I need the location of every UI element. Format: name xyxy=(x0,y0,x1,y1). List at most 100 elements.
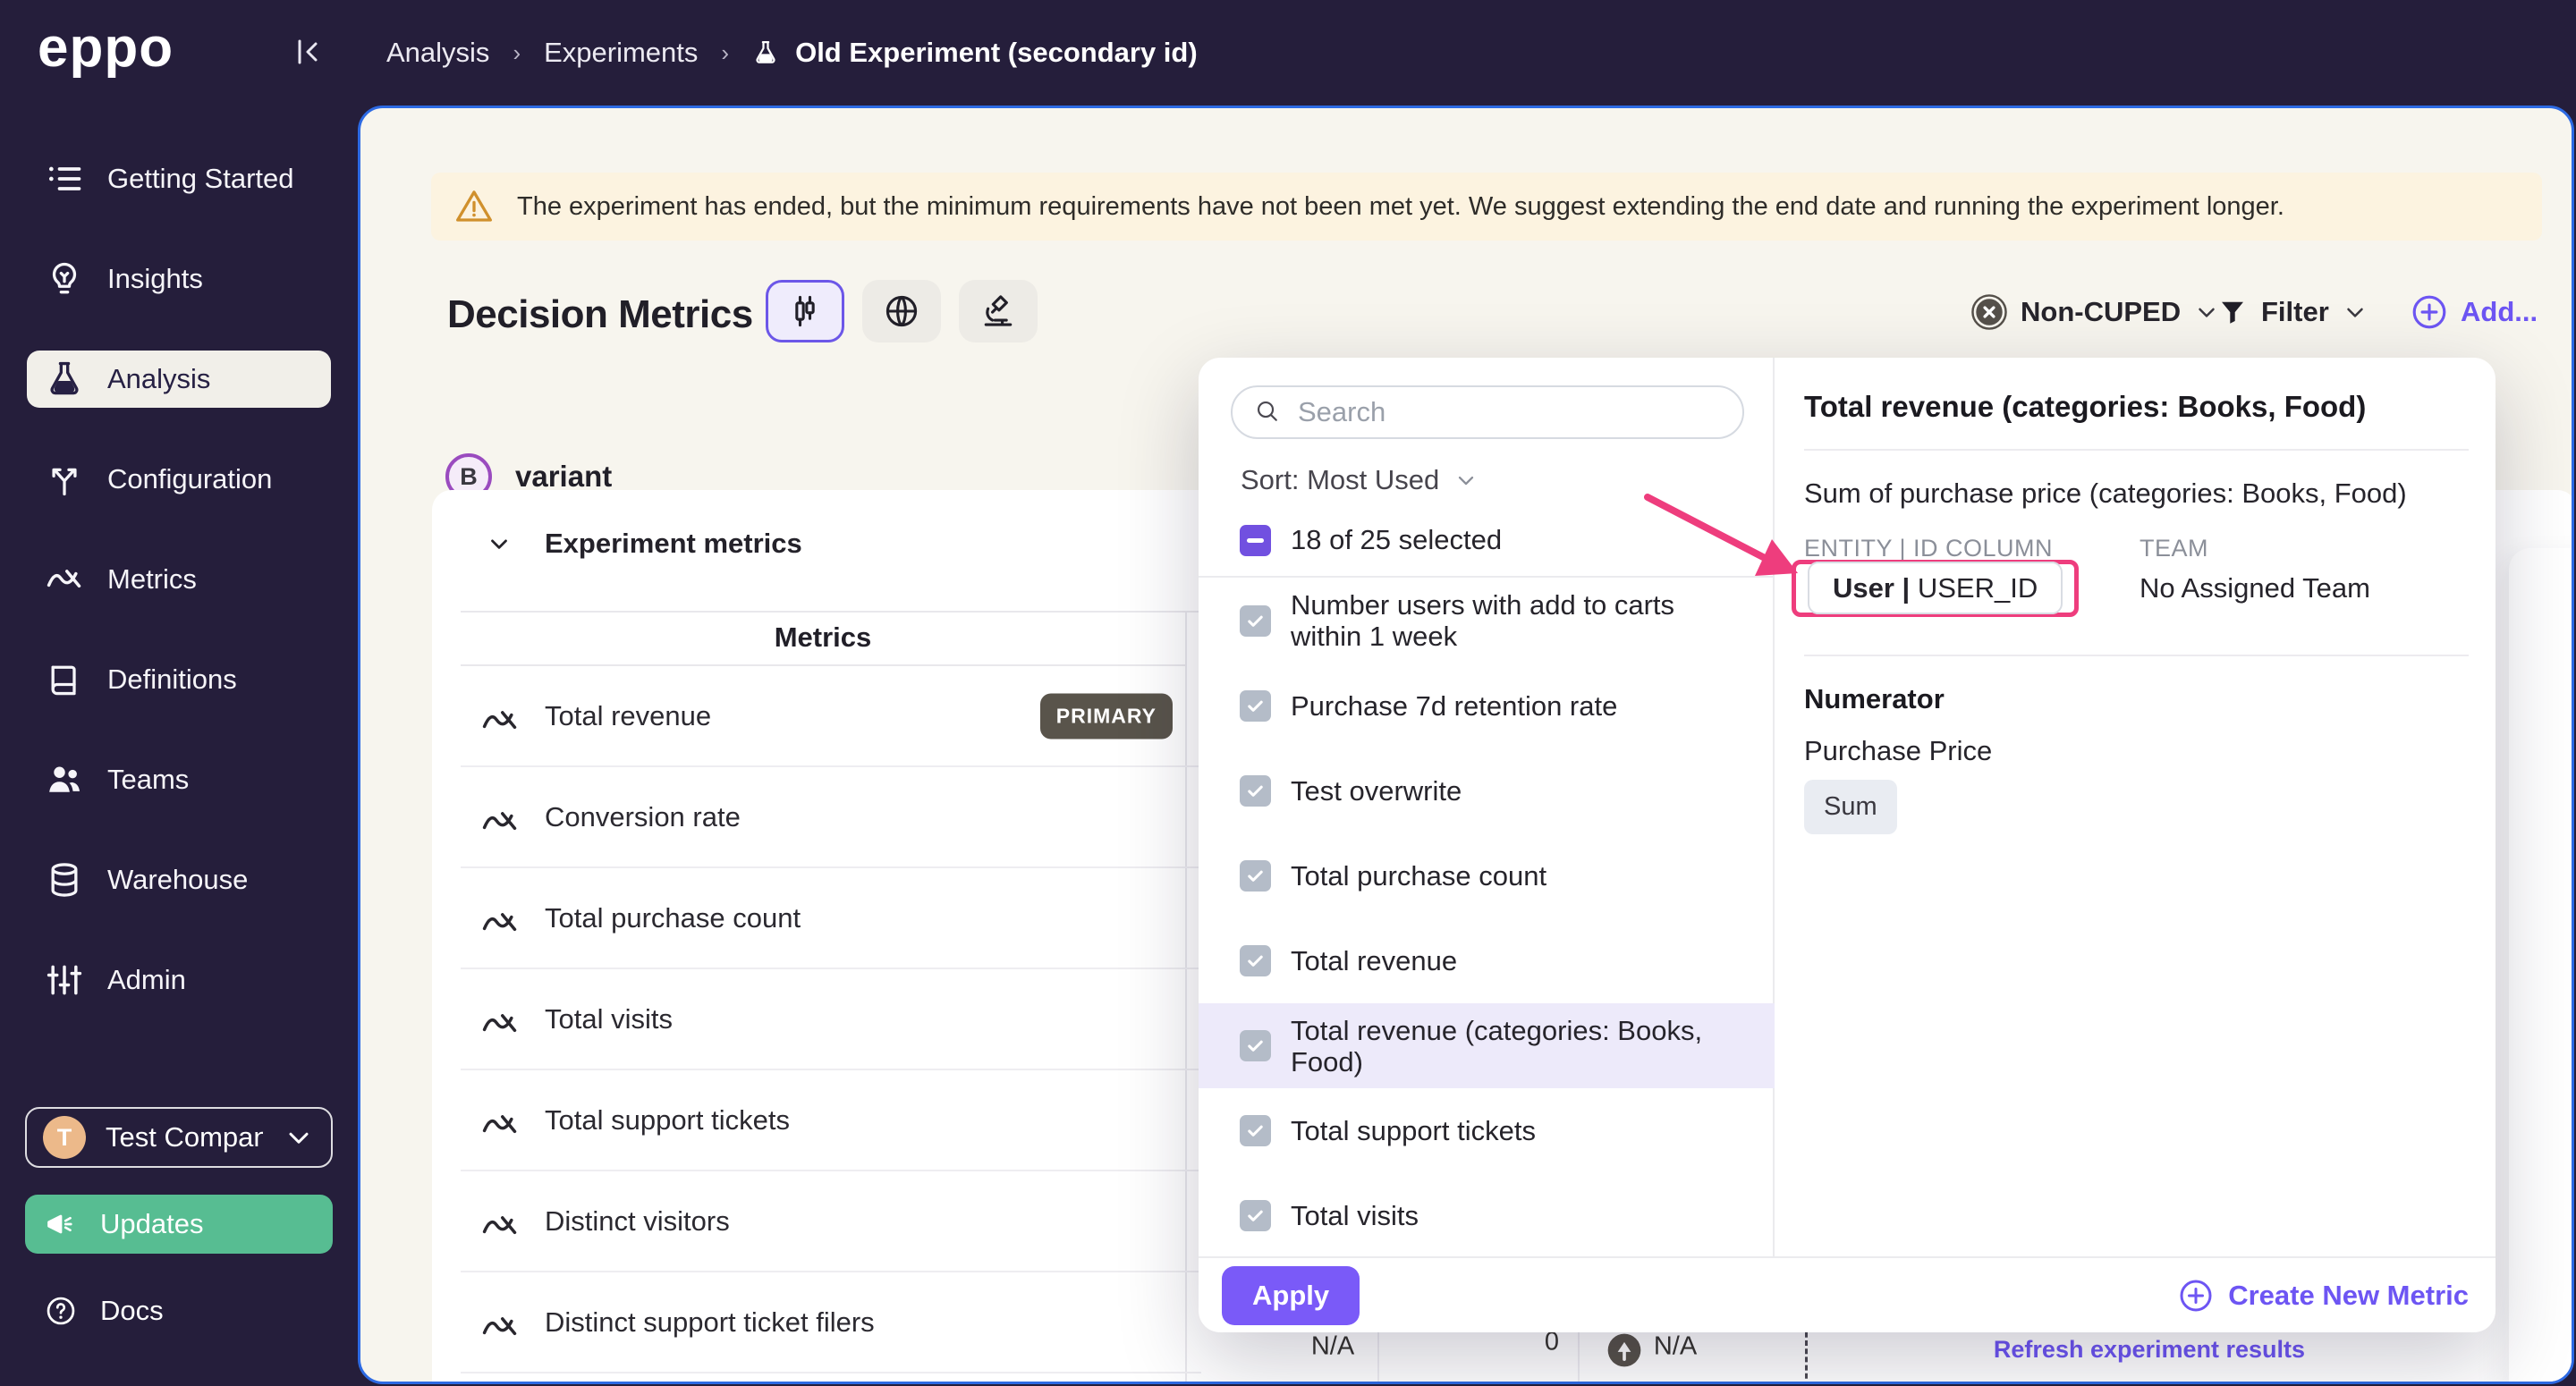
breadcrumb: Analysis › Experiments › Old Experiment … xyxy=(386,0,1198,106)
circle-plus-icon xyxy=(2178,1278,2214,1314)
company-switcher[interactable]: T Test Compan... xyxy=(25,1107,333,1168)
checked-checkbox[interactable] xyxy=(1240,1200,1271,1231)
chevron-down-icon xyxy=(283,1121,315,1154)
list-item[interactable]: Total visits xyxy=(1199,1173,1775,1257)
sidebar-item-updates[interactable]: Updates xyxy=(25,1195,333,1254)
metric-option-label: Number users with add to carts within 1 … xyxy=(1291,589,1729,652)
list-item[interactable]: Total purchase count xyxy=(1199,833,1775,918)
divider xyxy=(1804,449,2469,451)
create-new-metric-button[interactable]: Create New Metric xyxy=(2178,1278,2469,1314)
checked-checkbox[interactable] xyxy=(1240,945,1271,976)
select-all-row[interactable]: 18 of 25 selected xyxy=(1240,524,1502,556)
cuped-selector[interactable]: Non-CUPED xyxy=(1970,291,2220,334)
warning-banner: The experiment has ended, but the minimu… xyxy=(431,173,2542,241)
metric-option-label: Total revenue (categories: Books, Food) xyxy=(1291,1015,1729,1078)
table-row-total-visits[interactable]: Total visits xyxy=(461,969,1201,1070)
search-input[interactable] xyxy=(1298,396,1721,428)
sidebar-item-definitions[interactable]: Definitions xyxy=(27,651,331,708)
chevron-right-icon: › xyxy=(513,39,521,67)
database-icon xyxy=(45,860,84,900)
collapse-sidebar-icon[interactable] xyxy=(292,36,324,68)
sidebar: Getting Started Insights Analysis Config… xyxy=(0,106,358,1386)
filter-label: Filter xyxy=(2261,296,2329,328)
flask-icon xyxy=(45,359,84,399)
sort-selector[interactable]: Sort: Most Used xyxy=(1241,464,1479,496)
chevron-right-icon: › xyxy=(721,39,729,67)
sidebar-item-configuration[interactable]: Configuration xyxy=(27,451,331,508)
metric-name: Conversion rate xyxy=(545,801,741,833)
sidebar-item-metrics[interactable]: Metrics xyxy=(27,551,331,608)
globe-view-button[interactable] xyxy=(862,280,941,342)
table-row-total-support-tickets[interactable]: Total support tickets xyxy=(461,1070,1201,1171)
sidebar-item-teams[interactable]: Teams xyxy=(27,751,331,808)
divider xyxy=(1804,655,2469,656)
section-title: Experiment metrics xyxy=(545,528,802,560)
sidebar-item-insights[interactable]: Insights xyxy=(27,250,331,308)
metric-name: Total visits xyxy=(545,1003,673,1035)
table-row-conversion-rate[interactable]: Conversion rate xyxy=(461,767,1201,868)
table-row-distinct-support-ticket-filers[interactable]: Distinct support ticket filers xyxy=(461,1272,1201,1373)
list-item[interactable]: Number users with add to carts within 1 … xyxy=(1199,578,1775,663)
metric-name: Total support tickets xyxy=(545,1104,790,1137)
metric-detail-title: Total revenue (categories: Books, Food) xyxy=(1804,390,2366,424)
metric-option-label: Purchase 7d retention rate xyxy=(1291,690,1617,722)
metric-option-label: Total revenue xyxy=(1291,945,1457,976)
table-row-total-revenue[interactable]: Total revenue PRIMARY xyxy=(461,666,1201,767)
sidebar-item-getting-started[interactable]: Getting Started xyxy=(27,150,331,207)
metric-name: Total purchase count xyxy=(545,902,801,934)
table-row-total-purchase-count[interactable]: Total purchase count xyxy=(461,868,1201,969)
checked-checkbox[interactable] xyxy=(1240,605,1271,637)
warning-triangle-icon xyxy=(454,187,494,226)
metric-list-pane: Sort: Most Used 18 of 25 selected Number… xyxy=(1199,358,1775,1256)
entity-id-column-label: ENTITY | ID COLUMN xyxy=(1804,535,2053,562)
sidebar-item-docs[interactable]: Docs xyxy=(25,1284,333,1338)
entity-id-column: USER_ID xyxy=(1918,572,2038,604)
warning-banner-text: The experiment has ended, but the minimu… xyxy=(517,192,2284,222)
entity-id-chip: User | USER_ID xyxy=(1808,562,2063,614)
metric-name: Distinct visitors xyxy=(545,1205,730,1238)
metric-options-list: Number users with add to carts within 1 … xyxy=(1199,578,1775,1257)
company-avatar: T xyxy=(43,1116,86,1159)
refresh-experiment-results-link[interactable]: Refresh experiment results xyxy=(1881,1336,2418,1364)
sidebar-item-warehouse[interactable]: Warehouse xyxy=(27,851,331,909)
book-icon xyxy=(45,660,84,699)
breadcrumb-analysis[interactable]: Analysis xyxy=(386,37,489,69)
sidebar-item-label: Insights xyxy=(107,263,203,295)
list-item-selected[interactable]: Total revenue (categories: Books, Food) xyxy=(1199,1003,1775,1088)
apply-button[interactable]: Apply xyxy=(1222,1266,1360,1325)
top-bar: eppo Analysis › Experiments › Old Experi… xyxy=(0,0,2576,106)
page-breadcrumb-title: Old Experiment (secondary id) xyxy=(795,37,1198,69)
metric-name: Distinct support ticket filers xyxy=(545,1306,875,1339)
chevron-down-icon xyxy=(2342,299,2368,325)
table-row-distinct-visitors[interactable]: Distinct visitors xyxy=(461,1171,1201,1272)
checked-checkbox[interactable] xyxy=(1240,775,1271,807)
candlestick-view-button[interactable] xyxy=(766,280,844,342)
filter-selector[interactable]: Filter xyxy=(2216,291,2368,334)
sidebar-item-admin[interactable]: Admin xyxy=(27,951,331,1009)
list-item[interactable]: Total support tickets xyxy=(1199,1088,1775,1173)
lift-indicator-icon xyxy=(1605,1331,1644,1370)
flask-icon xyxy=(752,38,779,68)
checked-checkbox[interactable] xyxy=(1240,860,1271,892)
list-item[interactable]: Total revenue xyxy=(1199,918,1775,1003)
eppo-logo[interactable]: eppo xyxy=(38,16,174,80)
metric-picker-popover: Sort: Most Used 18 of 25 selected Number… xyxy=(1199,358,2496,1332)
experiment-metrics-section-header[interactable]: Experiment metrics xyxy=(486,528,802,560)
search-box[interactable] xyxy=(1231,385,1744,439)
list-item[interactable]: Test overwrite xyxy=(1199,748,1775,833)
list-item[interactable]: Purchase 7d retention rate xyxy=(1199,663,1775,748)
sidebar-item-label: Admin xyxy=(107,964,186,996)
list-icon xyxy=(45,159,84,199)
add-metric-button[interactable]: Add... xyxy=(2411,291,2538,334)
checked-checkbox[interactable] xyxy=(1240,690,1271,722)
checked-checkbox[interactable] xyxy=(1240,1115,1271,1146)
sidebar-item-label: Warehouse xyxy=(107,864,248,896)
checked-checkbox[interactable] xyxy=(1240,1030,1271,1061)
popover-footer: Apply Create New Metric xyxy=(1199,1256,2496,1332)
sidebar-item-analysis[interactable]: Analysis xyxy=(27,351,331,408)
breadcrumb-experiments[interactable]: Experiments xyxy=(544,37,698,69)
team-label: TEAM xyxy=(2140,535,2208,562)
microscope-view-button[interactable] xyxy=(959,280,1038,342)
sidebar-item-label: Definitions xyxy=(107,663,237,696)
indeterminate-checkbox[interactable] xyxy=(1240,525,1271,556)
